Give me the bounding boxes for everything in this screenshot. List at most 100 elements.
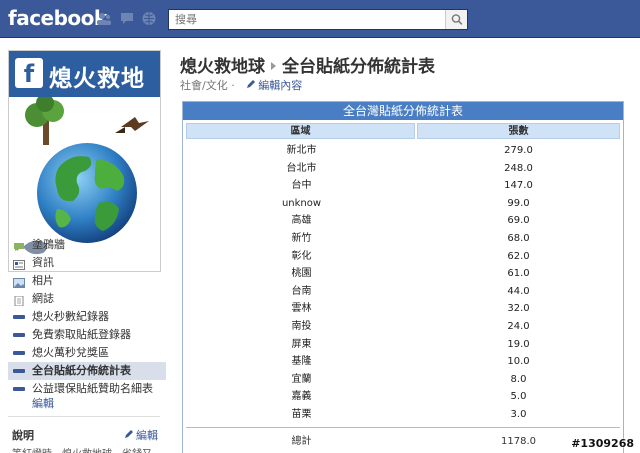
page-title: 熄火救地球 全台貼紙分佈統計表 [180,52,435,77]
notifications-icon[interactable] [141,11,157,26]
table-row: 新竹 68.0 [186,230,620,248]
edit-info-link[interactable]: 編輯內容 [246,79,302,92]
sidebar-item-label: 免費索取貼紙登錄器 [32,328,131,341]
stats-table: 全台灣貼紙分佈統計表 區域 張數 新北市 279.0 台北市 248.0 台中 147.0… [182,101,624,453]
watermark: #1309268 [571,437,634,450]
sidebar-item-sticker-request[interactable]: 免費索取貼紙登錄器 [8,326,166,344]
info-icon [13,258,25,270]
region-cell: 苗栗 [291,408,312,420]
region-cell: 基隆 [291,356,312,368]
total-label: 總計 [291,436,312,447]
photos-icon [13,276,25,288]
left-column: f 熄火救地球 [0,38,166,453]
count-cell: 69.0 [507,215,530,227]
sidebar-item-notes[interactable]: 網誌 [8,290,166,308]
region-cell: 宜蘭 [291,373,312,385]
count-cell: 3.0 [510,408,527,420]
region-cell: 桃園 [291,268,312,280]
table-body: 新北市 279.0 台北市 248.0 台中 147.0 unknow 99.0 高雄 69.0 新… [186,142,620,424]
friend-requests-icon[interactable] [96,11,112,26]
pencil-icon [247,80,256,88]
table-row: 基隆 10.0 [186,353,620,371]
sidebar-item-label: 公益環保貼紙贊助名細表 [32,382,153,395]
table-row: 台南 44.0 [186,283,620,301]
region-cell: 雲林 [291,303,312,315]
count-cell: 19.0 [507,338,530,350]
count-cell: 24.0 [507,320,530,332]
about-edit-link[interactable]: 編輯 [124,427,158,443]
table-row: 高雄 69.0 [186,212,620,230]
column-header-count: 張數 [417,123,620,139]
facebook-logo[interactable]: facebook [8,6,107,30]
table-row: 苗栗 3.0 [186,406,620,424]
table-row: 嘉義 5.0 [186,388,620,406]
count-cell: 62.0 [507,250,530,262]
search-icon [451,14,463,25]
top-bar: facebook [0,0,640,38]
region-cell: 台南 [291,285,312,297]
page-name-link[interactable]: 熄火救地球 [180,57,265,77]
count-cell: 147.0 [504,180,533,192]
sidebar-item-sticker-stats[interactable]: 全台貼紙分佈統計表 [8,362,166,380]
region-cell: 南投 [291,320,312,332]
table-row: unknow 99.0 [186,195,620,213]
sidebar-item-label: 網誌 [32,292,54,305]
table-row: 台中 147.0 [186,177,620,195]
region-cell: 屏東 [291,338,312,350]
count-cell: 8.0 [510,373,527,385]
region-cell: 新竹 [291,232,312,244]
category-link[interactable]: 社會/文化 [180,79,228,92]
app-icon [13,369,25,373]
column-header-region: 區域 [186,123,415,139]
count-cell: 279.0 [504,145,533,156]
about-text: 等紅燈時，熄火救地球，省錢又 [12,445,162,453]
table-row: 雲林 32.0 [186,300,620,318]
table-row: 宜蘭 8.0 [186,371,620,389]
app-icon [13,315,25,319]
region-cell: 新北市 [286,145,317,156]
wall-icon [13,240,25,251]
region-cell: 嘉義 [291,391,312,403]
count-cell: 61.0 [507,268,530,280]
sidebar-item-sponsor-list[interactable]: 公益環保貼紙贊助名細表 [8,380,166,398]
messages-icon[interactable] [119,11,135,26]
sidebar-item-photos[interactable]: 相片 [8,272,166,290]
sidebar-nav: 塗鴉牆 資訊 相片 網誌 熄火秒數紀錄器 免費索取貼紙登錄器 熄火萬秒兌獎區 全… [8,236,166,412]
profile-banner: f 熄火救地球 [9,51,160,126]
table-row: 桃園 61.0 [186,265,620,283]
edit-info-label: 編輯內容 [258,79,303,92]
breadcrumb-arrow-icon [271,62,276,70]
sidebar-item-label: 資訊 [32,256,54,269]
app-icon [13,333,25,337]
count-cell: 5.0 [510,391,527,403]
notes-icon [13,294,25,307]
region-cell: 彰化 [291,250,312,262]
search-box [168,9,468,30]
region-cell: 台北市 [286,162,317,174]
search-input[interactable] [169,10,445,29]
tab-title: 全台貼紙分佈統計表 [282,57,435,77]
facebook-f-icon: f [15,58,43,88]
table-row: 屏東 19.0 [186,336,620,354]
sidebar-item-info[interactable]: 資訊 [8,254,166,272]
app-icon [13,387,25,391]
region-cell: 高雄 [291,215,312,227]
table-header: 區域 張數 [186,123,620,139]
main-content: 熄火救地球 全台貼紙分佈統計表 社會/文化 · 編輯內容 全台灣貼紙分佈統計表 區… [166,38,640,453]
pencil-icon [125,430,133,438]
table-row: 台北市 248.0 [186,160,620,178]
total-divider [186,427,620,428]
sidebar-item-prize-area[interactable]: 熄火萬秒兌獎區 [8,344,166,362]
count-cell: 248.0 [504,162,533,174]
region-cell: unknow [281,197,322,209]
region-cell: 台中 [291,180,312,192]
about-heading: 說明 [12,429,34,442]
sidebar-item-wall[interactable]: 塗鴉牆 [8,236,166,254]
sidebar-item-label: 熄火萬秒兌獎區 [32,346,109,359]
sidebar-item-label: 相片 [32,274,54,287]
sidebar-edit-link[interactable]: 編輯 [8,398,166,412]
search-button[interactable] [445,10,467,29]
table-caption: 全台灣貼紙分佈統計表 [183,102,623,120]
sidebar-item-seconds-recorder[interactable]: 熄火秒數紀錄器 [8,308,166,326]
count-cell: 10.0 [507,356,530,368]
